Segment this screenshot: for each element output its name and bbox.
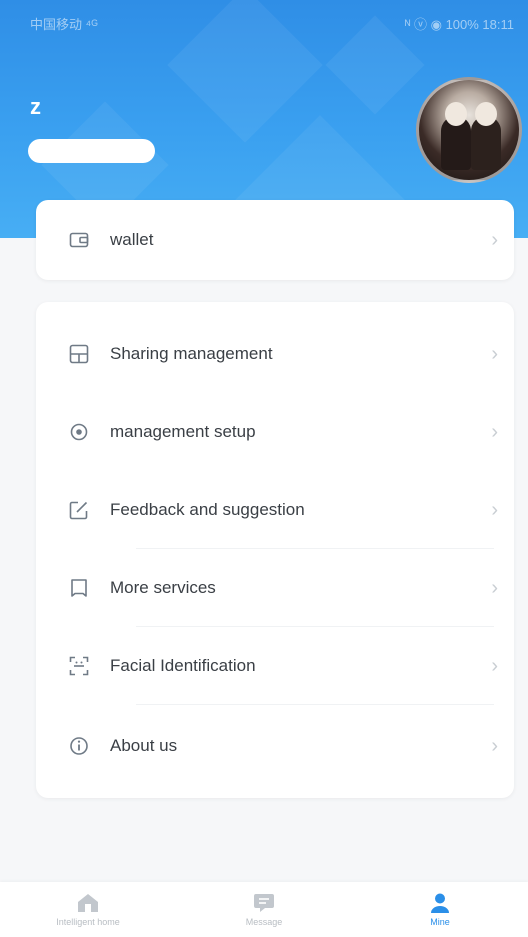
menu-item-about-us[interactable]: About us › [36, 716, 514, 776]
chevron-right-icon: › [491, 654, 498, 677]
status-carrier: 中国移动 ⁴ᴳ [30, 14, 98, 33]
chevron-right-icon: › [491, 576, 498, 599]
status-indicators: ᴺ ⓥ ◉ 100% 18:11 [405, 14, 514, 33]
nav-label: Message [245, 917, 283, 927]
carrier-text: 中国移动 ⁴ᴳ [30, 16, 98, 32]
menu-item-facial-identification[interactable]: Facial Identification › [36, 636, 514, 696]
nav-label: Intelligent home [56, 917, 120, 927]
bookmark-icon [68, 577, 90, 599]
grid-icon [68, 343, 90, 365]
face-scan-icon [68, 655, 90, 677]
wallet-card: wallet › [36, 200, 514, 280]
chevron-right-icon: › [491, 420, 498, 443]
person-icon [428, 892, 452, 914]
menu-divider [136, 548, 494, 549]
nav-label: Mine [430, 917, 450, 927]
menu-item-label: Feedback and suggestion [110, 500, 305, 519]
menu-divider [136, 626, 494, 627]
status-bar: 中国移动 ⁴ᴳ ᴺ ⓥ ◉ 100% 18:11 [0, 0, 528, 46]
user-name: z [30, 94, 41, 119]
settings-menu-card: Sharing management › management setup › … [36, 302, 514, 798]
nav-tab-mine[interactable]: Mine [365, 892, 515, 927]
chevron-right-icon: › [491, 734, 498, 757]
menu-item-management-setup[interactable]: management setup › [36, 402, 514, 462]
nav-tab-message[interactable]: Message [189, 892, 339, 927]
chevron-right-icon: › [491, 498, 498, 521]
menu-item-label: About us [110, 736, 178, 755]
mine-page: 中国移动 ⁴ᴳ ᴺ ⓥ ◉ 100% 18:11 z wallet › Shar… [0, 0, 528, 937]
menu-item-label: More services [110, 578, 216, 597]
status-time-text: ᴺ ⓥ ◉ 100% 18:11 [404, 16, 514, 32]
avatar-figure-head [475, 102, 497, 126]
menu-item-label: Sharing management [110, 344, 273, 363]
info-icon [68, 735, 90, 757]
chevron-right-icon: › [491, 342, 498, 365]
chevron-right-icon: › [491, 228, 498, 251]
nav-tab-intelligent-home[interactable]: Intelligent home [13, 892, 163, 927]
target-icon [68, 421, 90, 443]
avatar[interactable] [416, 77, 522, 183]
message-icon [252, 892, 276, 914]
home-icon [76, 892, 100, 914]
menu-item-wallet[interactable]: wallet › [36, 210, 514, 270]
wallet-icon [68, 229, 90, 251]
wallet-label: wallet [110, 230, 154, 249]
menu-item-more-services[interactable]: More services › [36, 558, 514, 618]
avatar-figure-head [445, 102, 467, 126]
user-id-pill[interactable] [28, 139, 155, 163]
bottom-navigation: Intelligent home Message Mine [0, 882, 528, 937]
menu-divider [136, 704, 494, 705]
menu-item-label: management setup [110, 422, 256, 441]
menu-item-sharing-management[interactable]: Sharing management › [36, 324, 514, 384]
menu-item-label: Facial Identification [110, 656, 256, 675]
menu-item-feedback[interactable]: Feedback and suggestion › [36, 480, 514, 540]
edit-icon [68, 499, 90, 521]
